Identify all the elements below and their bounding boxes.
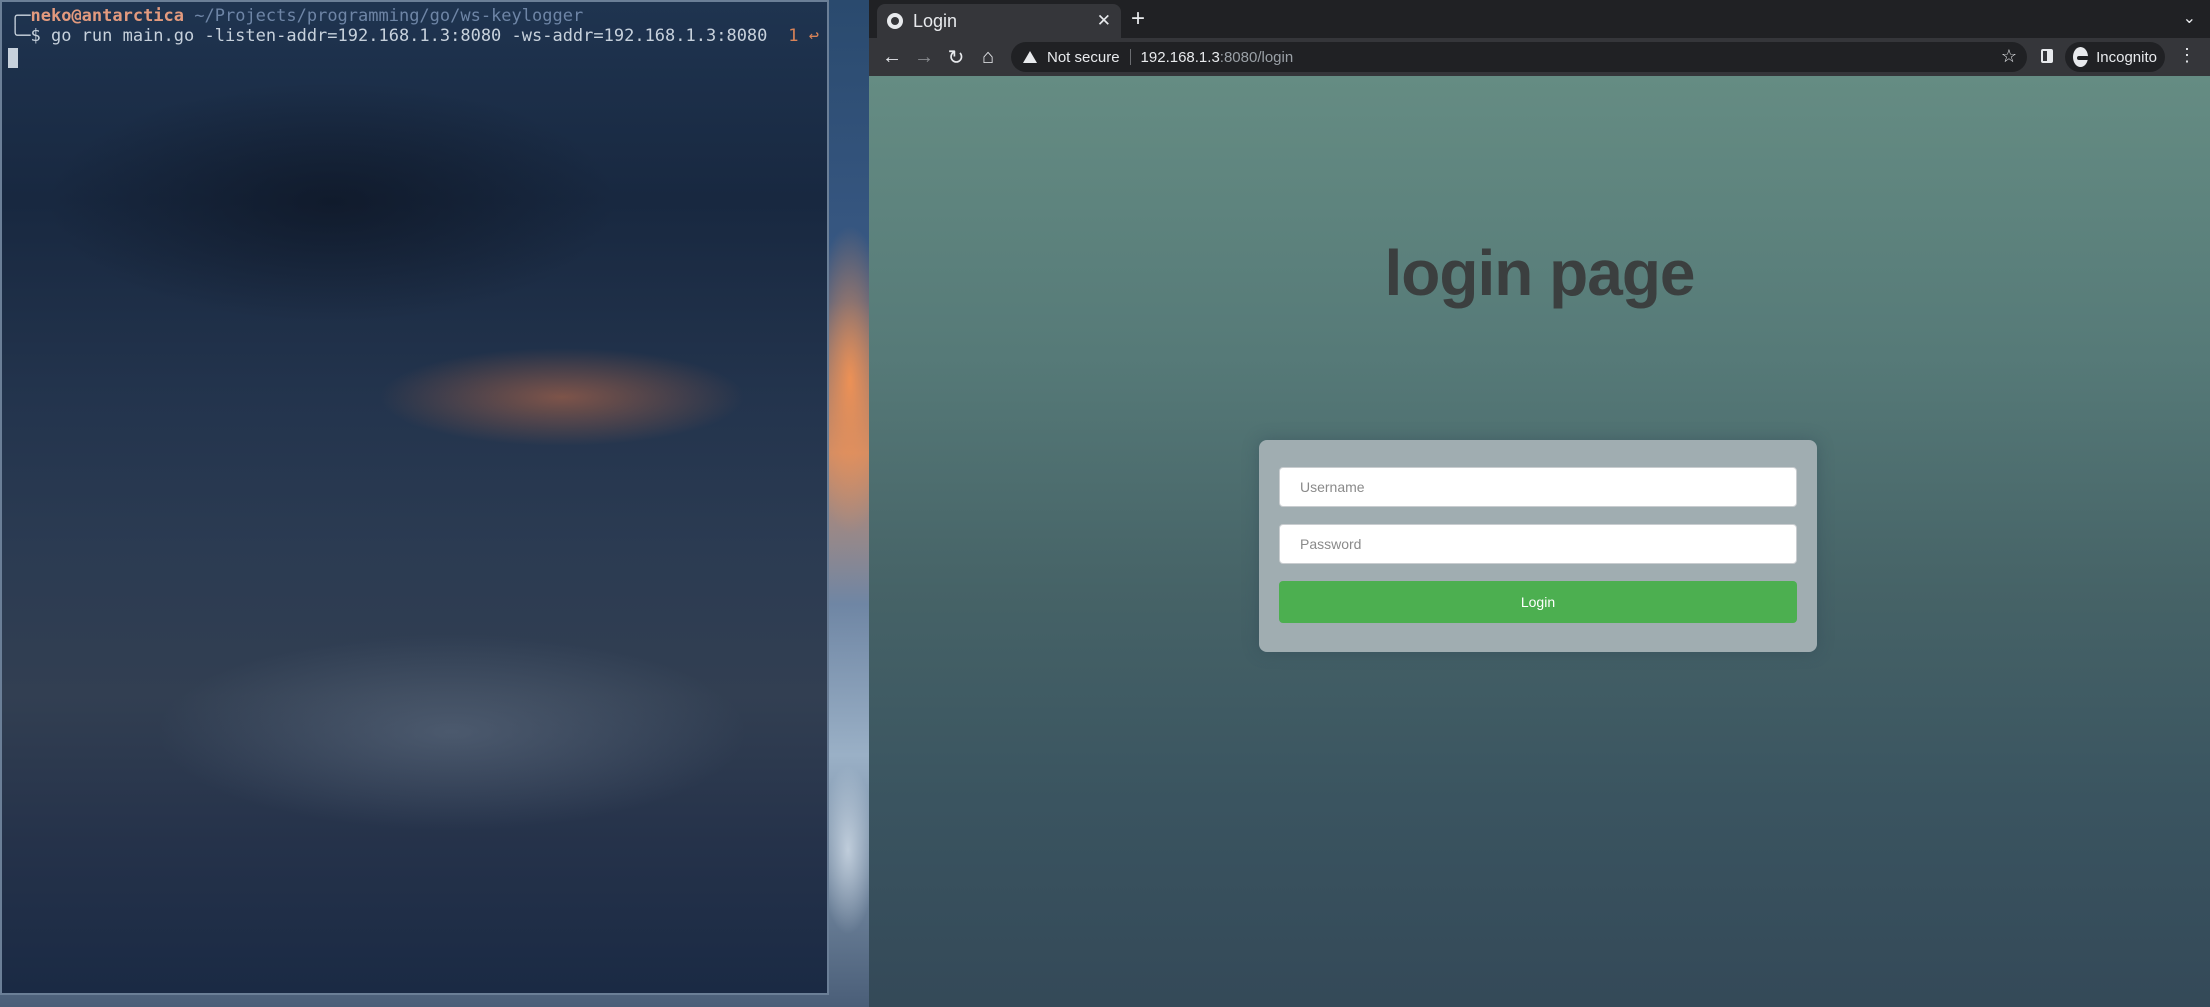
url-path[interactable]: :8080/login [1220, 49, 1293, 66]
terminal-window[interactable]: ╭─neko@antarctica ~/Projects/programming… [0, 0, 829, 995]
incognito-icon [2073, 47, 2090, 67]
tab-login[interactable]: Login ✕ [877, 4, 1121, 38]
prompt-box-top: ╭─ [10, 6, 31, 26]
terminal-user-host: neko@antarctica [30, 6, 185, 26]
reload-button[interactable]: ↻ [943, 44, 969, 70]
page-title: login page [1384, 237, 1696, 309]
security-label[interactable]: Not secure [1047, 49, 1120, 66]
page-viewport: login page Login [869, 76, 2210, 1007]
home-button[interactable]: ⌂ [975, 44, 1001, 70]
terminal-cwd: ~/Projects/programming/go/ws-keylogger [194, 6, 584, 26]
forward-button[interactable]: → [911, 44, 937, 70]
terminal-cursor [8, 48, 18, 68]
terminal-command-line: ╰─$ go run main.go -listen-addr=192.168.… [10, 26, 825, 46]
prompt-symbol: ╰─$ [10, 26, 51, 46]
browser-window: Login ✕ + ⌄ ← → ↻ ⌂ Not secure 192.168.1… [869, 0, 2210, 1007]
chevron-down-icon[interactable]: ⌄ [2183, 8, 2196, 28]
globe-icon [887, 13, 903, 29]
address-bar[interactable]: Not secure 192.168.1.3:8080/login ☆ [1011, 42, 2027, 72]
omnibox-divider [1129, 49, 1131, 65]
warning-icon[interactable] [1023, 51, 1037, 63]
login-form: Login [1259, 440, 1817, 652]
new-tab-button[interactable]: + [1131, 6, 1145, 32]
username-input[interactable] [1279, 467, 1797, 507]
browser-toolbar: ← → ↻ ⌂ Not secure 192.168.1.3:8080/logi… [869, 38, 2210, 76]
login-button[interactable]: Login [1279, 581, 1797, 623]
bookmark-star-icon[interactable]: ☆ [2001, 46, 2017, 67]
terminal-prompt-line: ╭─neko@antarctica ~/Projects/programming… [10, 6, 583, 26]
back-button[interactable]: ← [879, 44, 905, 70]
tab-strip: Login ✕ + ⌄ [869, 0, 2210, 38]
kebab-menu-icon[interactable]: ⋮ [2178, 46, 2196, 64]
incognito-label: Incognito [2096, 48, 2157, 66]
side-panel-icon[interactable] [2041, 49, 2053, 63]
tab-title: Login [913, 10, 958, 31]
url-host[interactable]: 192.168.1.3 [1141, 49, 1220, 66]
terminal-command: go run main.go -listen-addr=192.168.1.3:… [50, 26, 768, 46]
close-icon[interactable]: ✕ [1097, 11, 1111, 31]
incognito-badge[interactable]: Incognito [2065, 42, 2165, 72]
terminal-exit-status: 1 ↩ [788, 26, 819, 46]
password-input[interactable] [1279, 524, 1797, 564]
